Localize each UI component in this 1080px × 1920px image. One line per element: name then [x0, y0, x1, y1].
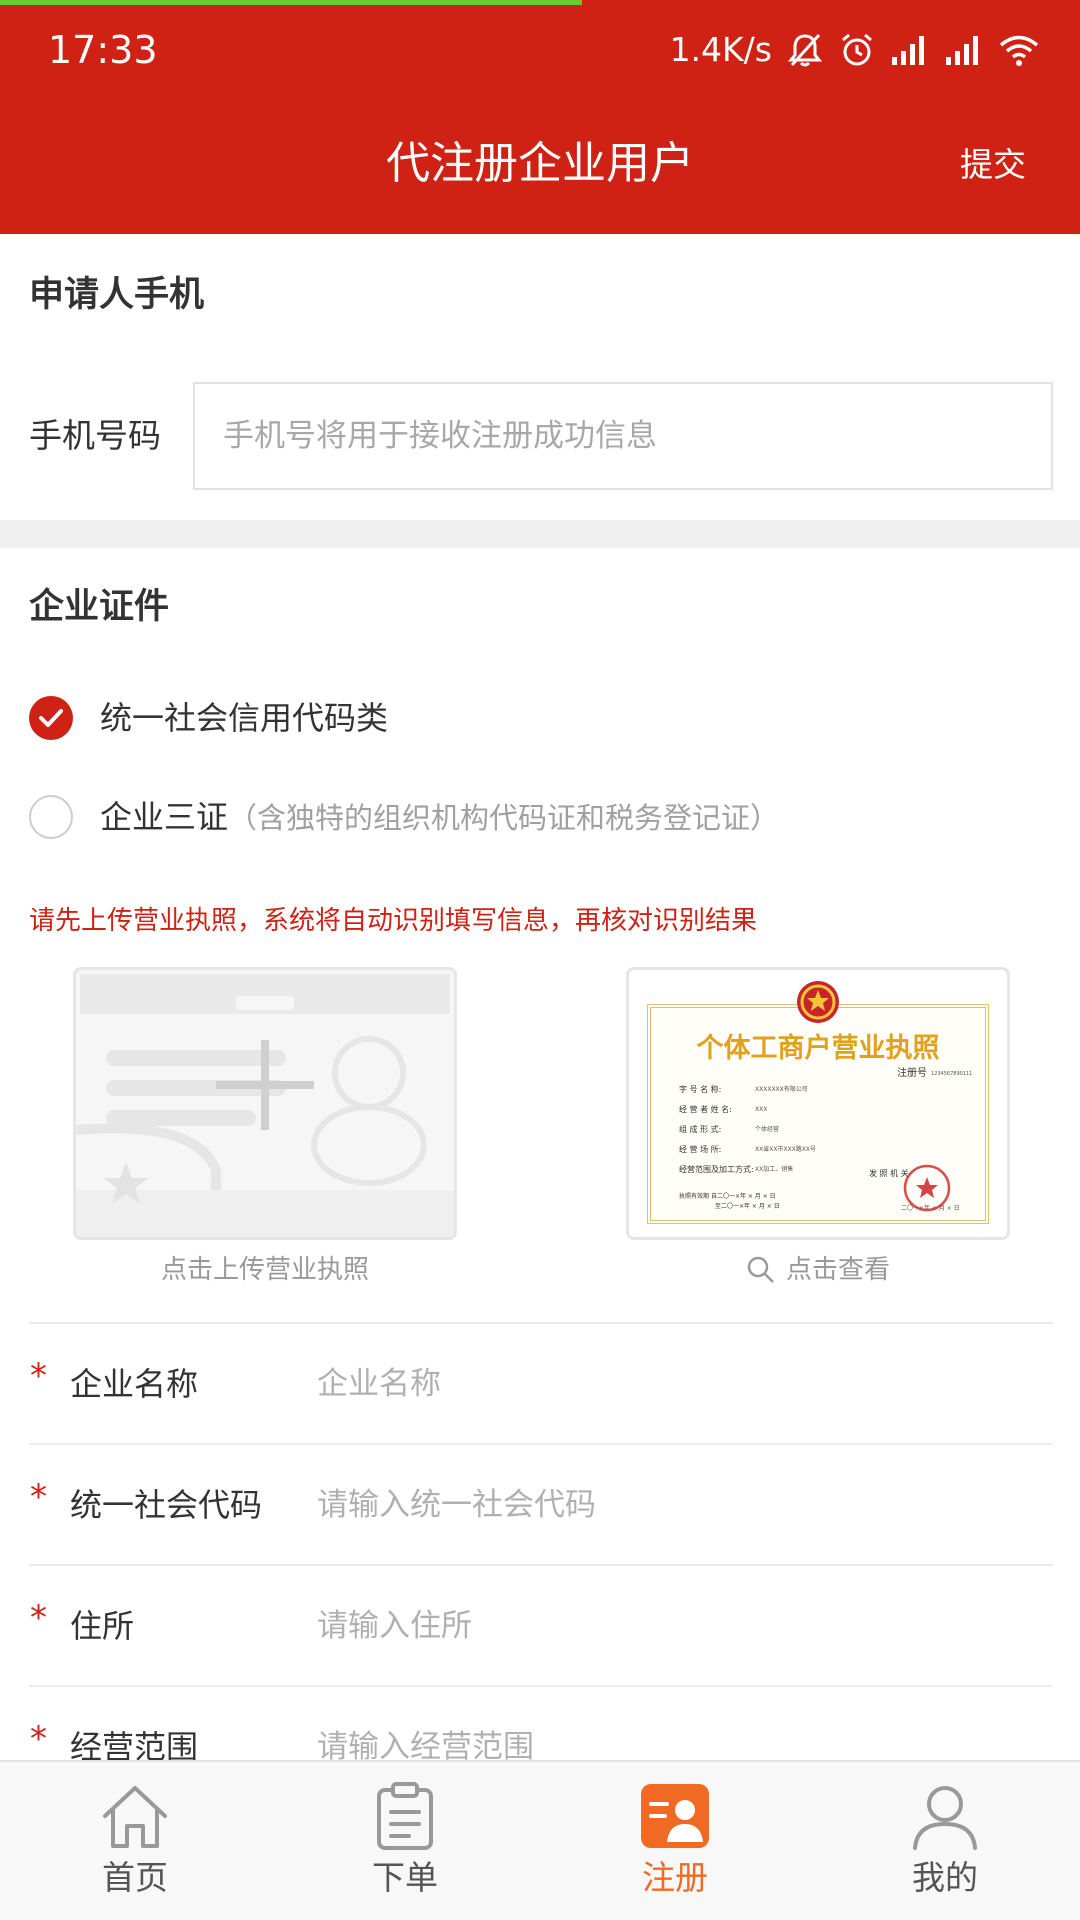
license-field-value: XX省XX市XXX路XX号	[755, 1146, 816, 1153]
national-emblem-icon	[797, 981, 839, 1023]
license-field-value: XXXXXXX有限公司	[755, 1086, 808, 1093]
submit-button[interactable]: 提交	[960, 143, 1026, 187]
address-label: 住所	[70, 1607, 135, 1645]
license-field-label: 经 营 者 姓 名:	[679, 1105, 732, 1114]
page-title: 代注册企业用户	[386, 138, 694, 189]
license-validity-to: 至二〇一×年 × 月 × 日	[715, 1203, 780, 1210]
status-bar-time: 17:33	[48, 28, 158, 72]
order-clipboard-icon	[377, 1782, 433, 1850]
tab-order[interactable]: 下单	[305, 1780, 505, 1910]
license-title: 个体工商户营业执照	[696, 1033, 940, 1064]
signal-icon	[946, 36, 978, 65]
tab-profile[interactable]: 我的	[845, 1780, 1045, 1910]
enterprise-certificate-section-title: 企业证件	[29, 587, 170, 627]
register-user-card-icon	[641, 1784, 709, 1848]
tab-label: 下单	[372, 1858, 438, 1897]
license-validity-label: 执照有效期	[679, 1193, 710, 1200]
radio-label-note: （含独特的组织机构代码证和税务登记证）	[228, 800, 780, 835]
license-reg-label: 注册号	[897, 1068, 927, 1079]
signal-icon	[892, 36, 924, 65]
official-seal-icon	[903, 1164, 951, 1212]
address-input[interactable]	[317, 1596, 1017, 1656]
checkmark-icon	[39, 709, 63, 727]
license-field-label: 经 营 场 所:	[679, 1145, 722, 1154]
license-validity: 执照有效期 自二〇一×年 × 月 × 日 至二〇一×年 × 月 × 日	[679, 1192, 780, 1212]
page-load-progress-bar	[0, 0, 582, 5]
license-field-value: XXX	[755, 1106, 768, 1113]
upload-hint-text: 请先上传营业执照，系统将自动识别填写信息，再核对识别结果	[29, 906, 758, 936]
app-header: 17:33 1.4K/s 代注册企业用户 提交	[0, 0, 1080, 234]
license-field-value: 个体经营	[755, 1126, 780, 1133]
upload-business-license-area[interactable]	[73, 967, 457, 1240]
phone-number-label: 手机号码	[29, 416, 161, 455]
company-name-input[interactable]	[317, 1354, 1017, 1414]
tab-label: 我的	[912, 1858, 978, 1897]
license-field-label: 组 成 形 式:	[679, 1125, 722, 1134]
network-speed: 1.4K/s	[669, 30, 772, 69]
form-row-address: * 住所	[0, 1576, 1080, 1676]
tab-label: 注册	[642, 1858, 708, 1897]
radio-label: 企业三证（含独特的组织机构代码证和税务登记证）	[100, 795, 779, 840]
required-marker: *	[30, 1477, 47, 1517]
radio-checked-icon	[29, 696, 73, 740]
divider	[29, 1322, 1053, 1324]
license-field-label: 字 号 名 称:	[679, 1085, 722, 1094]
view-sample-text: 点击查看	[785, 1255, 890, 1285]
license-placeholder-illustration	[76, 970, 454, 1237]
license-validity-from: 自二〇一×年 × 月 × 日	[710, 1193, 776, 1200]
form-row-credit-code: * 统一社会代码	[0, 1455, 1080, 1555]
divider	[29, 1443, 1053, 1445]
credit-code-label: 统一社会代码	[70, 1486, 263, 1524]
license-field-values: XXXXXXX有限公司 XXX 个体经营 XX省XX市XXX路XX号 XX加工、…	[755, 1080, 816, 1180]
required-marker: *	[30, 1598, 47, 1638]
divider	[29, 1685, 1053, 1687]
upload-license-caption: 点击上传营业执照	[160, 1255, 369, 1285]
mute-bell-icon	[787, 33, 823, 67]
view-sample-caption[interactable]: 点击查看	[626, 1250, 1010, 1290]
license-reg-value: 1234567890111	[931, 1071, 973, 1077]
bottom-tab-bar: 首页 下单 注册 我的	[0, 1760, 1080, 1920]
home-icon	[103, 1786, 167, 1848]
search-icon	[747, 1256, 774, 1283]
alarm-icon	[842, 33, 872, 66]
tab-register[interactable]: 注册	[575, 1780, 775, 1910]
required-marker: *	[30, 1719, 47, 1759]
section-separator	[0, 520, 1080, 548]
company-name-label: 企业名称	[70, 1365, 199, 1403]
phone-number-input[interactable]	[193, 382, 1053, 490]
tab-label: 首页	[102, 1858, 168, 1897]
radio-unified-credit-code[interactable]: 统一社会信用代码类	[29, 693, 388, 743]
form-row-company-name: * 企业名称	[0, 1334, 1080, 1434]
radio-label-main: 企业三证	[100, 797, 229, 836]
status-bar-indicators: 1.4K/s	[670, 26, 1040, 74]
sample-business-license[interactable]: 个体工商户营业执照 注册号 1234567890111 字 号 名 称: 经 营…	[626, 967, 1010, 1240]
divider	[29, 1564, 1053, 1566]
credit-code-input[interactable]	[317, 1475, 1017, 1535]
required-marker: *	[30, 1356, 47, 1396]
license-field-labels: 字 号 名 称: 经 营 者 姓 名: 组 成 形 式: 经 营 场 所: 经营…	[679, 1080, 754, 1180]
license-field-value: XX加工、销售	[755, 1166, 794, 1173]
tab-home[interactable]: 首页	[35, 1780, 235, 1910]
wifi-icon	[999, 35, 1039, 66]
applicant-phone-section-title: 申请人手机	[29, 275, 205, 315]
radio-label: 统一社会信用代码类	[100, 699, 389, 737]
radio-unchecked-icon	[29, 795, 73, 839]
profile-user-icon	[913, 1786, 977, 1850]
radio-three-certificates[interactable]: 企业三证（含独特的组织机构代码证和税务登记证）	[29, 792, 779, 842]
license-field-label: 经营范围及加工方式:	[679, 1165, 754, 1174]
